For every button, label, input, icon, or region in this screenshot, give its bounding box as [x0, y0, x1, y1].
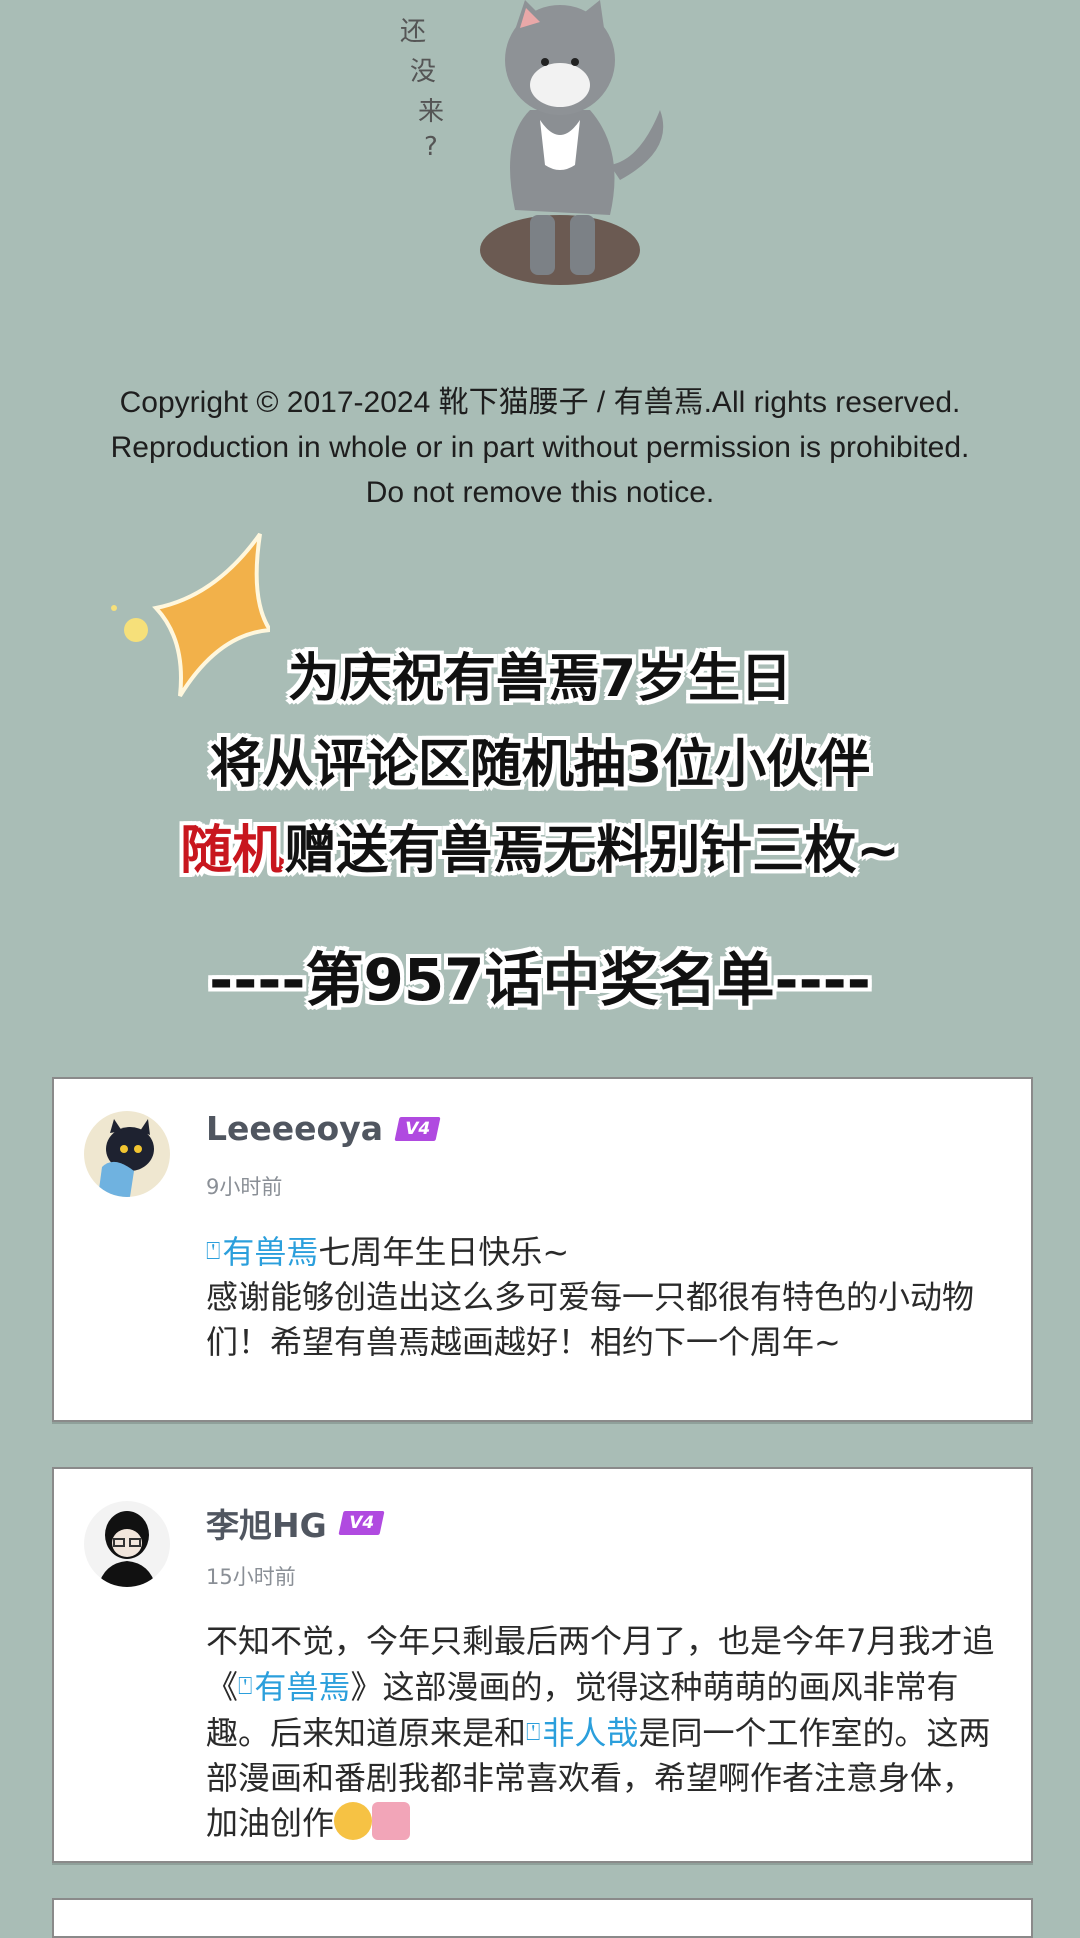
timestamp: 9小时前 — [206, 1175, 283, 1199]
topic-icon: ⍞ — [238, 1672, 253, 1700]
sticker-icon — [372, 1802, 411, 1840]
copyright-line: Reproduction in whole or in part without… — [110, 431, 970, 464]
banner-line: 将从评论区随机抽3位小伙伴 — [209, 735, 871, 795]
vip-badge: V4 — [338, 1511, 385, 1535]
topic-link-text[interactable]: 有兽焉 — [254, 1668, 350, 1706]
timestamp: 15小时前 — [206, 1565, 296, 1589]
username[interactable]: Leeeeoya V4 — [206, 1109, 441, 1148]
username[interactable]: 李旭HG V4 — [206, 1499, 385, 1547]
comment-card: Leeeeoya V4 9小时前 ⍞有兽焉七周年生日快乐~ 感谢能够创造出这么多… — [52, 1077, 1033, 1422]
username-text[interactable]: 李旭HG — [206, 1499, 327, 1547]
wolf-illustration: 还 没 来 ? — [400, 0, 664, 285]
banner-text: 赠送有兽焉无料别针三枚~ — [284, 821, 900, 881]
handwriting-char: ? — [424, 132, 438, 162]
handwriting-char: 还 — [400, 17, 426, 47]
comment-text-part: 七周年生日快乐~ — [318, 1233, 570, 1271]
vip-badge: V4 — [394, 1116, 441, 1141]
avatar[interactable] — [84, 1111, 170, 1197]
handwriting-char: 来 — [418, 97, 444, 127]
topic-icon: ⍞ — [526, 1718, 541, 1746]
comment-text-part: 感谢能够创造出这么多可爱每一只都很有特色的小动物们！希望有兽焉越画越好！相约下一… — [206, 1278, 975, 1361]
winners-title: ----第957话中奖名单---- — [209, 946, 871, 1014]
topic-icon: ⍞ — [206, 1237, 221, 1265]
cheer-emoji-icon — [334, 1802, 373, 1840]
username-text[interactable]: Leeeeoya — [206, 1109, 383, 1148]
topic-link[interactable]: ⍞非人哉 — [526, 1714, 638, 1752]
comment-card — [52, 1898, 1033, 1938]
copyright-notice: Copyright © 2017-2024 靴下猫腰子 / 有兽焉.All ri… — [0, 380, 1080, 515]
topic-link-text[interactable]: 有兽焉 — [222, 1233, 318, 1271]
topic-link-text[interactable]: 非人哉 — [542, 1714, 638, 1752]
comment-text: ⍞有兽焉七周年生日快乐~ 感谢能够创造出这么多可爱每一只都很有特色的小动物们！希… — [206, 1229, 997, 1365]
banner-line: 为庆祝有兽焉7岁生日 — [287, 649, 793, 709]
copyright-line: Copyright © 2017-2024 靴下猫腰子 / 有兽焉.All ri… — [119, 386, 961, 419]
comment-text: 不知不觉，今年只剩最后两个月了，也是今年7月我才追《⍞有兽焉》这部漫画的，觉得这… — [206, 1619, 997, 1846]
banner-line: 随机赠送有兽焉无料别针三枚~ — [0, 808, 1080, 894]
handwriting-char: 没 — [410, 57, 436, 87]
avatar[interactable] — [84, 1501, 170, 1587]
topic-link[interactable]: ⍞有兽焉 — [238, 1668, 350, 1706]
highlight-text: 随机 — [180, 821, 285, 881]
comment-card: 李旭HG V4 15小时前 不知不觉，今年只剩最后两个月了，也是今年7月我才追《… — [52, 1467, 1033, 1863]
copyright-line: Do not remove this notice. — [365, 476, 715, 509]
topic-link[interactable]: ⍞有兽焉 — [206, 1233, 318, 1271]
